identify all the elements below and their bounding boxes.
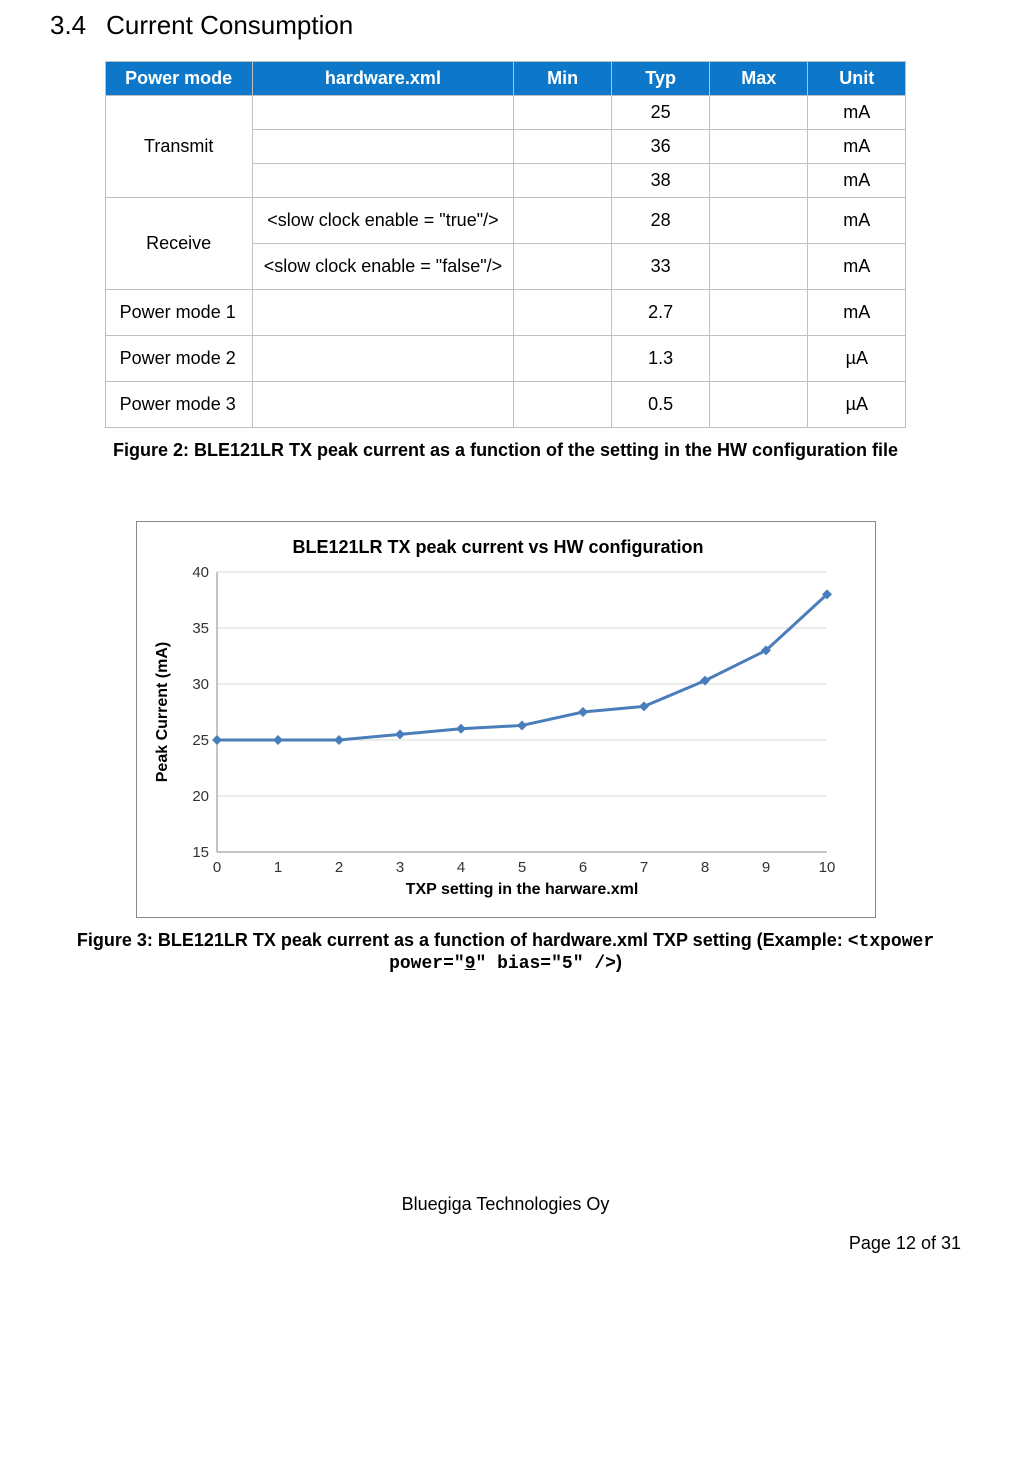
table-cell: 0.5 [612,382,710,428]
table-cell [710,96,808,130]
table-cell: <slow clock enable = "false"/> [252,244,513,290]
chart-title: BLE121LR TX peak current vs HW configura… [147,537,850,558]
table-cell [252,382,513,428]
table-cell [710,198,808,244]
svg-text:25: 25 [192,732,209,749]
table-cell [514,96,612,130]
table-row: Transmit25mA [105,96,906,130]
svg-text:10: 10 [818,859,835,876]
figure3-code-b: " bias="5" /> [476,954,616,974]
svg-text:5: 5 [517,859,525,876]
table-cell: 2.7 [612,290,710,336]
svg-text:0: 0 [212,859,220,876]
svg-text:TXP setting in the harware.xml: TXP setting in the harware.xml [405,881,638,898]
table-cell [514,244,612,290]
svg-text:3: 3 [395,859,403,876]
section-title: Current Consumption [106,10,353,40]
svg-text:40: 40 [192,564,209,581]
table-row: Receive<slow clock enable = "true"/>28mA [105,198,906,244]
table-cell: 25 [612,96,710,130]
table-cell: µA [808,336,906,382]
th-max: Max [710,62,808,96]
th-min: Min [514,62,612,96]
table-cell: mA [808,198,906,244]
svg-text:35: 35 [192,620,209,637]
table-cell: Transmit [105,96,252,198]
table-cell [710,244,808,290]
table-cell: 28 [612,198,710,244]
table-cell [514,164,612,198]
svg-text:9: 9 [761,859,769,876]
page-number: Page 12 of 31 [50,1233,961,1254]
figure3-prefix: Figure 3: BLE121LR TX peak current as a … [77,930,848,950]
chart-svg: 15 20 25 30 35 40 0 1 2 3 4 5 6 7 8 9 10 TXP setting in t… [147,562,847,902]
svg-text:2: 2 [334,859,342,876]
section-number: 3.4 [50,10,86,40]
figure3-suffix: ) [616,952,622,972]
chart-container: BLE121LR TX peak current vs HW configura… [136,521,876,918]
figure2-caption: Figure 2: BLE121LR TX peak current as a … [50,440,961,461]
table-cell: mA [808,96,906,130]
table-cell [710,382,808,428]
table-cell [514,290,612,336]
table-cell: mA [808,130,906,164]
table-cell: 38 [612,164,710,198]
th-typ: Typ [612,62,710,96]
table-row: Power mode 3 0.5 µA [105,382,906,428]
table-cell: Receive [105,198,252,290]
svg-text:Peak Current (mA): Peak Current (mA) [154,642,171,782]
section-heading: 3.4 Current Consumption [50,10,961,41]
table-cell [514,198,612,244]
consumption-table: Power mode hardware.xml Min Typ Max Unit… [105,61,907,428]
svg-text:15: 15 [192,844,209,861]
table-cell: 36 [612,130,710,164]
table-cell [514,130,612,164]
figure3-caption: Figure 3: BLE121LR TX peak current as a … [50,930,961,974]
table-cell [710,336,808,382]
table-cell [252,96,513,130]
table-cell: 33 [612,244,710,290]
th-mode: Power mode [105,62,252,96]
svg-text:20: 20 [192,788,209,805]
table-cell: µA [808,382,906,428]
table-cell: Power mode 3 [105,382,252,428]
table-row: Power mode 1 2.7 mA [105,290,906,336]
table-cell: 1.3 [612,336,710,382]
table-cell [252,290,513,336]
svg-text:8: 8 [700,859,708,876]
table-cell [514,336,612,382]
table-cell: mA [808,290,906,336]
table-cell: Power mode 2 [105,336,252,382]
svg-text:6: 6 [578,859,586,876]
table-cell [252,130,513,164]
footer-company: Bluegiga Technologies Oy [50,1194,961,1215]
table-cell: <slow clock enable = "true"/> [252,198,513,244]
table-row: Power mode 2 1.3 µA [105,336,906,382]
svg-text:4: 4 [456,859,464,876]
th-hw: hardware.xml [252,62,513,96]
table-cell: mA [808,244,906,290]
th-unit: Unit [808,62,906,96]
table-cell [710,130,808,164]
svg-text:30: 30 [192,676,209,693]
table-cell [514,382,612,428]
svg-text:1: 1 [273,859,281,876]
table-cell [710,164,808,198]
table-cell [252,164,513,198]
table-cell: Power mode 1 [105,290,252,336]
figure3-code-u: 9 [465,954,476,974]
svg-text:7: 7 [639,859,647,876]
table-cell: mA [808,164,906,198]
table-cell [710,290,808,336]
table-cell [252,336,513,382]
